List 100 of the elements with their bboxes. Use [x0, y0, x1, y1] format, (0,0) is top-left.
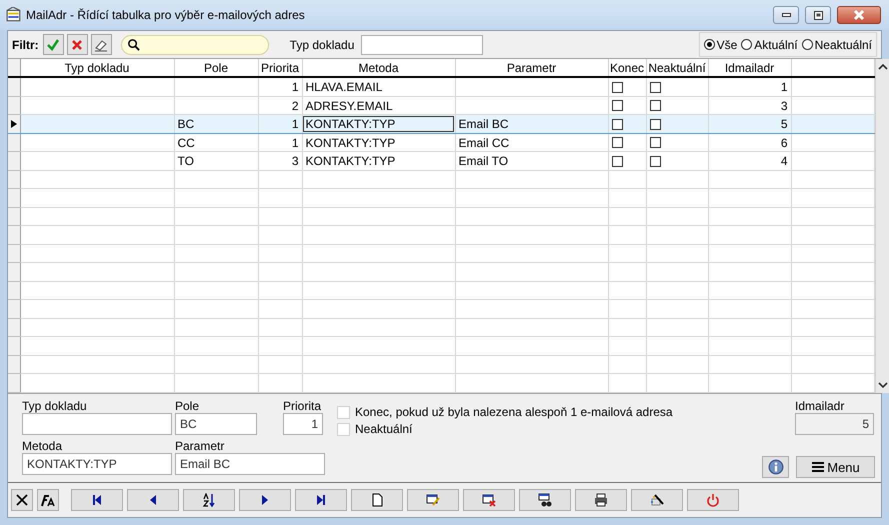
cancel-filter-button[interactable]: [66, 34, 88, 55]
last-icon: [314, 493, 328, 507]
checkbox[interactable]: [612, 82, 622, 93]
input-field[interactable]: [361, 34, 484, 54]
checkbox-label: Konec, pokud už byla nalezena alespoň 1 e-mailová adresa: [355, 405, 673, 419]
window-title: MailAdr - Řídící tabulka pro výběr e-mailových adres: [26, 8, 306, 22]
input-field[interactable]: BC: [175, 413, 257, 435]
minimize-icon: [782, 13, 790, 17]
checkbox[interactable]: [650, 137, 660, 148]
column-header[interactable]: Neaktuální: [646, 59, 708, 78]
last-record-button[interactable]: [295, 489, 347, 511]
table-cell: Email CC: [455, 133, 608, 152]
previous-record-button[interactable]: [127, 489, 179, 511]
maximize-button[interactable]: [805, 6, 831, 24]
document-icon: [370, 493, 384, 507]
eraser-icon: [94, 38, 108, 52]
table-cell: CC: [174, 133, 258, 152]
menu-icon: [811, 460, 826, 474]
checkbox[interactable]: [612, 118, 622, 130]
column-header[interactable]: Priorita: [258, 59, 302, 78]
wand-button[interactable]: [631, 489, 683, 511]
sort-button[interactable]: [183, 489, 235, 511]
input-field[interactable]: 5: [795, 413, 874, 435]
input-field[interactable]: [22, 413, 172, 435]
checkbox[interactable]: [612, 137, 622, 148]
table-cell: 1: [708, 77, 791, 96]
info-icon: [768, 459, 784, 475]
field-label: Metoda: [22, 439, 64, 453]
input-field[interactable]: Email BC: [175, 453, 325, 475]
table-cell: KONTAKTY:TYP: [302, 114, 455, 134]
column-header[interactable]: Typ dokladu: [20, 59, 174, 78]
field-label: Idmailadr: [795, 399, 846, 413]
radio-option[interactable]: Neaktuální: [802, 38, 872, 52]
checkbox[interactable]: [612, 156, 622, 167]
sort-icon: [202, 493, 216, 507]
checkbox[interactable]: [612, 100, 622, 112]
table-cell: KONTAKTY:TYP: [302, 152, 455, 170]
field-label: Pole: [175, 399, 200, 413]
table-cell: Email BC: [455, 114, 608, 134]
check-icon: [46, 38, 60, 52]
field-label: Priorita: [283, 399, 322, 413]
printer-icon: [594, 493, 608, 507]
column-header[interactable]: Metoda: [302, 59, 455, 78]
field-label: Typ dokladu: [290, 38, 354, 52]
close-button[interactable]: [11, 489, 33, 511]
edit-table-icon: [426, 493, 440, 507]
find-record-button[interactable]: [519, 489, 571, 511]
minimize-button[interactable]: [773, 6, 799, 24]
clear-filter-button[interactable]: [90, 34, 112, 55]
close-icon: [852, 8, 866, 22]
table-cell: BC: [174, 114, 258, 134]
close-button[interactable]: [837, 6, 881, 24]
edit-record-button[interactable]: [407, 489, 459, 511]
table-cell: 5: [708, 114, 791, 134]
maximize-icon: [814, 10, 822, 20]
field-label: Parametr: [175, 439, 226, 453]
print-button[interactable]: [575, 489, 627, 511]
radio-option[interactable]: Vše: [704, 38, 738, 52]
input-field[interactable]: 1: [283, 413, 323, 435]
first-icon: [90, 493, 104, 507]
first-record-button[interactable]: [71, 489, 123, 511]
checkbox-label: Neaktuální: [355, 422, 412, 436]
checkbox[interactable]: [650, 82, 660, 93]
close-icon: [15, 493, 29, 507]
column-header[interactable]: Idmailadr: [708, 59, 791, 78]
table-cell: 1: [258, 77, 302, 96]
table-cell: 1: [258, 114, 302, 134]
binoculars-icon: [538, 493, 552, 507]
table-cell: KONTAKTY:TYP: [302, 133, 455, 152]
column-header[interactable]: Konec: [608, 59, 646, 78]
search-field[interactable]: [120, 34, 269, 54]
row-pointer-icon: [11, 120, 17, 128]
column-header[interactable]: Pole: [174, 59, 258, 78]
table-cell: 4: [708, 152, 791, 170]
table-cell: HLAVA.EMAIL: [302, 77, 455, 96]
wand-icon: [650, 493, 664, 507]
new-record-button[interactable]: [351, 489, 403, 511]
table-cell: 1: [258, 133, 302, 152]
column-header[interactable]: Parametr: [455, 59, 608, 78]
radio-option[interactable]: Aktuální: [741, 38, 798, 52]
checkbox[interactable]: [650, 118, 660, 130]
font-button[interactable]: [37, 489, 59, 511]
app-icon: [6, 7, 22, 23]
table-cell: 6: [708, 133, 791, 152]
table-cell: TO: [174, 152, 258, 170]
power-icon: [706, 493, 720, 507]
cross-icon: [70, 38, 84, 52]
delete-record-button[interactable]: [463, 489, 515, 511]
input-field[interactable]: KONTAKTY:TYP: [22, 453, 172, 475]
table-cell: Email TO: [455, 152, 608, 170]
apply-filter-button[interactable]: [42, 34, 64, 55]
search-icon: [126, 38, 140, 51]
checkbox[interactable]: [650, 156, 660, 167]
info-button[interactable]: [762, 456, 789, 478]
checkbox[interactable]: [650, 100, 660, 112]
power-button[interactable]: [687, 489, 739, 511]
next-record-button[interactable]: [239, 489, 291, 511]
menu-button[interactable]: Menu: [796, 456, 875, 478]
delete-table-icon: [482, 493, 496, 507]
filter-label: Filtr:: [12, 38, 39, 52]
